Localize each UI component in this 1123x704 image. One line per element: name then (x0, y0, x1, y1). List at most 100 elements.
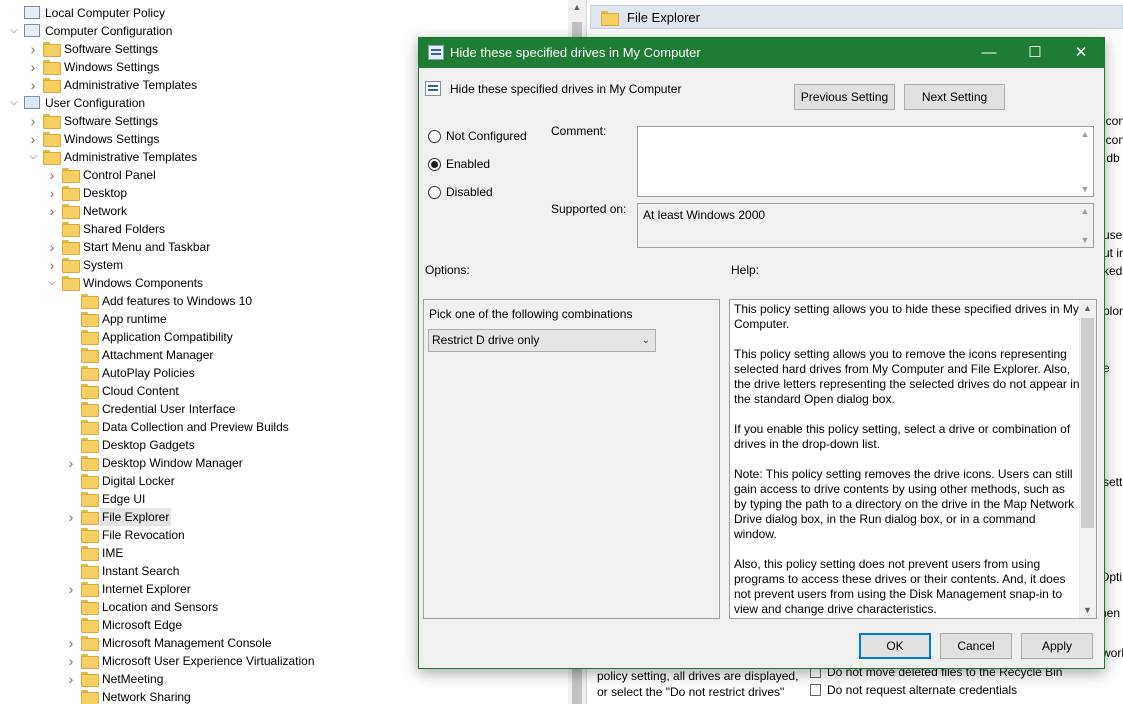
tree-item[interactable]: Local Computer Policy (0, 4, 568, 22)
comment-scrollbar[interactable]: ▲ ▼ (1077, 127, 1093, 196)
chevron-right-icon[interactable]: › (65, 652, 77, 670)
help-paragraph: This policy setting allows you to hide t… (734, 302, 1079, 331)
partial-text-fragment: work (1102, 646, 1123, 660)
tree-item-label: Microsoft Management Console (102, 636, 272, 650)
folder-icon (43, 60, 61, 75)
tree-item-label: Local Computer Policy (45, 6, 166, 20)
help-paragraph: Note: This policy setting removes the dr… (734, 467, 1075, 541)
folder-icon (81, 528, 99, 543)
tree-item-label: Microsoft Edge (102, 618, 183, 632)
folder-icon (81, 510, 99, 525)
folder-icon (62, 204, 80, 219)
partial-text-fragment: .db (1103, 151, 1120, 165)
chevron-right-icon[interactable]: › (65, 670, 77, 688)
tree-item-label: Shared Folders (83, 222, 166, 236)
help-scrollbar[interactable]: ▲ ▼ (1079, 300, 1096, 618)
scroll-up-icon[interactable]: ▲ (568, 2, 586, 12)
scroll-down-icon[interactable]: ▼ (1077, 235, 1093, 245)
supported-on-label: Supported on: (551, 202, 627, 216)
chevron-right-icon[interactable]: › (46, 256, 58, 274)
supported-scrollbar[interactable]: ▲ ▼ (1077, 204, 1093, 247)
folder-icon (81, 474, 99, 489)
tree-item[interactable]: › NetMeeting (0, 670, 568, 688)
dialog-title-bar[interactable]: Hide these specified drives in My Comput… (419, 38, 1104, 68)
tree-item-label: Microsoft User Experience Virtualization (102, 654, 315, 668)
tree-item-label: Internet Explorer (102, 582, 191, 596)
radio-enabled[interactable] (428, 158, 441, 171)
chevron-right-icon[interactable]: › (65, 508, 77, 526)
radio-not-configured[interactable] (428, 130, 441, 143)
scroll-down-icon[interactable]: ▼ (1079, 605, 1096, 615)
chevron-right-icon[interactable]: › (46, 184, 58, 202)
scroll-down-icon[interactable]: ▼ (1077, 184, 1093, 194)
user-icon (24, 96, 40, 109)
radio-enabled-label[interactable]: Enabled (446, 157, 490, 171)
tree-item-label: App runtime (102, 312, 167, 326)
tree-item-label: NetMeeting (102, 672, 164, 686)
help-label: Help: (731, 263, 760, 277)
folder-icon (81, 582, 99, 597)
chevron-right-icon[interactable]: › (65, 634, 77, 652)
minimize-icon[interactable]: — (966, 38, 1012, 68)
tree-item-label: Windows Settings (64, 60, 160, 74)
tree-item-label: Attachment Manager (102, 348, 214, 362)
computer-icon (24, 24, 40, 37)
chevron-right-icon[interactable]: › (27, 112, 39, 130)
radio-not-configured-label[interactable]: Not Configured (446, 129, 527, 143)
partial-text-fragment: icons (1103, 133, 1123, 147)
tree-item[interactable]: Network Sharing (0, 688, 568, 704)
tree-item-label: AutoPlay Policies (102, 366, 195, 380)
previous-setting-button[interactable]: Previous Setting (794, 84, 895, 110)
chevron-right-icon[interactable]: › (27, 130, 39, 148)
options-prompt: Pick one of the following combinations (429, 307, 633, 321)
folder-icon (62, 222, 80, 237)
scroll-up-icon[interactable]: ▲ (1077, 129, 1093, 139)
drive-combination-select[interactable]: Restrict D drive only ⌄ (428, 329, 656, 352)
tree-item-label: Cloud Content (102, 384, 179, 398)
help-scroll-thumb[interactable] (1081, 318, 1094, 528)
apply-button[interactable]: Apply (1021, 633, 1093, 659)
setting-name: Hide these specified drives in My Comput… (450, 82, 682, 96)
chevron-right-icon[interactable]: › (46, 238, 58, 256)
chevron-right-icon[interactable]: › (46, 202, 58, 220)
folder-icon (81, 348, 99, 363)
ok-button[interactable]: OK (859, 633, 931, 659)
chevron-right-icon[interactable]: › (27, 76, 39, 94)
chevron-right-icon[interactable]: › (27, 58, 39, 76)
tree-item-label: Administrative Templates (64, 78, 198, 92)
chevron-right-icon[interactable]: › (65, 454, 77, 472)
policy-setting-icon (810, 684, 821, 696)
chevron-right-icon[interactable]: › (27, 40, 39, 58)
partial-text-fragment: users (1103, 228, 1123, 242)
folder-icon (43, 78, 61, 93)
comment-field[interactable]: ▲ ▼ (637, 126, 1094, 197)
tree-item-label: Network (83, 204, 128, 218)
chevron-right-icon[interactable]: › (46, 166, 58, 184)
folder-icon (81, 492, 99, 507)
scroll-up-icon[interactable]: ▲ (1079, 303, 1096, 313)
help-paragraph: This policy setting allows you to remove… (734, 347, 1080, 406)
maximize-icon[interactable]: ☐ (1012, 38, 1058, 68)
folder-icon (81, 546, 99, 561)
chevron-down-icon[interactable]: ⌵ (8, 22, 20, 40)
chevron-right-icon[interactable]: › (65, 580, 77, 598)
tree-item-label: Desktop (83, 186, 128, 200)
folder-icon (43, 114, 61, 129)
folder-icon (62, 240, 80, 255)
radio-disabled[interactable] (428, 186, 441, 199)
chevron-down-icon[interactable]: ⌵ (8, 94, 20, 112)
folder-icon (81, 618, 99, 633)
next-setting-button[interactable]: Next Setting (904, 84, 1005, 110)
scroll-up-icon[interactable]: ▲ (1077, 206, 1093, 216)
policy-app-icon (428, 45, 444, 60)
chevron-down-icon[interactable]: ⌵ (27, 148, 39, 166)
radio-disabled-label[interactable]: Disabled (446, 185, 493, 199)
tree-item-label: Start Menu and Taskbar (83, 240, 211, 254)
details-header: File Explorer (590, 5, 1123, 29)
close-icon[interactable]: ✕ (1058, 38, 1104, 68)
chevron-down-icon[interactable]: ⌵ (46, 274, 58, 292)
tree-item-label: Digital Locker (102, 474, 175, 488)
cancel-button[interactable]: Cancel (940, 633, 1012, 659)
folder-icon (62, 186, 80, 201)
policy-row-credentials[interactable]: Do not request alternate credentials (810, 682, 1017, 699)
